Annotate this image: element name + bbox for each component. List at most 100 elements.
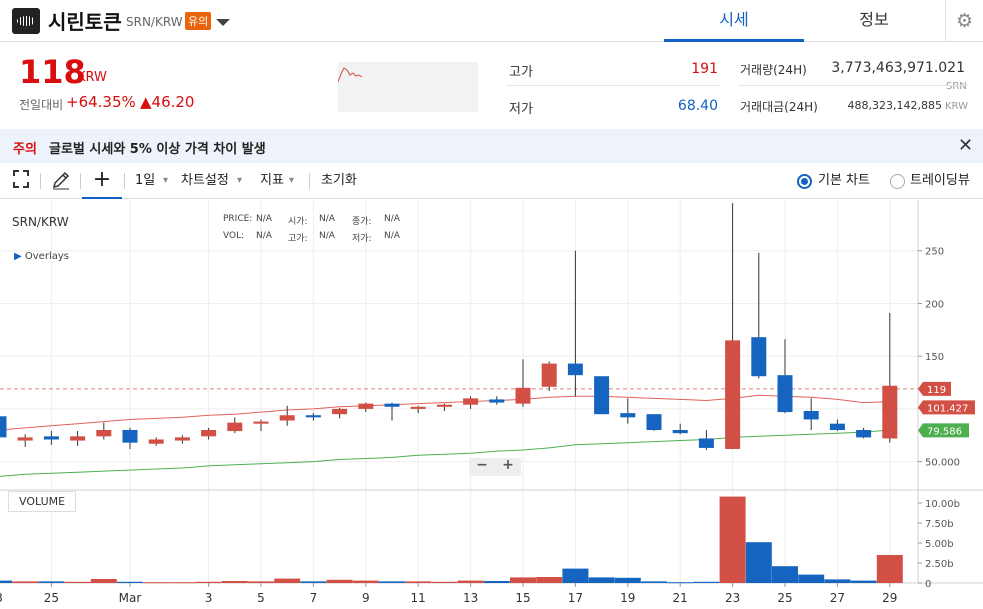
volume-bar bbox=[588, 577, 615, 583]
candle-body bbox=[620, 413, 636, 418]
candle-body bbox=[594, 376, 610, 415]
candle-body bbox=[777, 375, 793, 413]
price-marker-label: 119 bbox=[927, 385, 946, 396]
notice-banner: 주의 글로벌 시세와 5% 이상 가격 차이 발생 ✕ bbox=[0, 129, 983, 163]
change-amount: ▲46.20 bbox=[140, 93, 195, 111]
volume-bar bbox=[195, 581, 222, 583]
volume-bar bbox=[510, 577, 536, 583]
volume-value: 3,773,463,971.021 bbox=[831, 60, 965, 76]
x-tick-label: 27 bbox=[830, 591, 845, 605]
price-summary: 118 KRW 전일대비 +64.35% ▲46.20 고가 191 저가 68… bbox=[0, 43, 983, 129]
x-tick-label: 25 bbox=[777, 591, 792, 605]
candle-body bbox=[174, 437, 190, 441]
overlays-toggle[interactable]: ▶ Overlays bbox=[14, 251, 69, 262]
volume-bar bbox=[667, 582, 694, 584]
change-rate: +64.35% bbox=[66, 93, 136, 111]
chart-canvas[interactable]: 25020015010050.00010.00b7.50b5.00b2.50b0… bbox=[0, 200, 983, 609]
volume-bar bbox=[457, 580, 484, 583]
current-price: 118 bbox=[19, 53, 86, 91]
candle-body bbox=[515, 387, 531, 404]
amount-label: 거래대금(24H) bbox=[740, 100, 818, 114]
x-tick-label: 11 bbox=[411, 591, 426, 605]
overlays-label: Overlays bbox=[24, 251, 69, 262]
volume-bar bbox=[850, 580, 877, 583]
volume-bar bbox=[562, 568, 589, 583]
candle-body bbox=[122, 430, 138, 443]
interval-select[interactable]: 1일 bbox=[135, 163, 155, 199]
candle-body bbox=[43, 436, 59, 440]
volume-bar bbox=[693, 581, 720, 583]
coin-logo-icon bbox=[12, 8, 40, 34]
pencil-icon[interactable] bbox=[50, 163, 72, 199]
candle-body bbox=[698, 438, 714, 448]
gear-icon[interactable]: ⚙ bbox=[945, 0, 983, 42]
candlestick-chart[interactable]: 25020015010050.00010.00b7.50b5.00b2.50b0… bbox=[0, 200, 983, 609]
volume-bar bbox=[719, 496, 746, 583]
chart-settings-caret-icon[interactable]: ▾ bbox=[237, 163, 242, 199]
ohlc-label: 시가: bbox=[288, 217, 308, 227]
prev-day-label: 전일대비 bbox=[19, 98, 64, 112]
warning-badge: 유의 bbox=[185, 12, 212, 30]
divider bbox=[124, 173, 125, 189]
volume-bar bbox=[431, 581, 458, 583]
volume-bar bbox=[274, 578, 301, 583]
price-unit: KRW bbox=[77, 70, 107, 85]
indicators-button[interactable]: 지표 bbox=[260, 163, 284, 199]
chart-symbol: SRN/KRW bbox=[12, 215, 69, 229]
high-label: 고가 bbox=[509, 65, 533, 80]
ohlc-label: 저가: bbox=[352, 234, 372, 244]
candle-body bbox=[489, 399, 505, 403]
x-tick-label: 9 bbox=[362, 591, 370, 605]
close-icon[interactable]: ✕ bbox=[958, 135, 973, 156]
candle-body bbox=[0, 416, 7, 438]
chart-toolbar: + 1일 ▾ 차트설정 ▾ 지표 ▾ 초기화 기본 차트 트레이딩뷰 bbox=[0, 163, 983, 199]
volume-bar bbox=[745, 542, 772, 583]
x-tick-label: 15 bbox=[515, 591, 530, 605]
tab-info[interactable]: 정보 bbox=[804, 0, 944, 42]
zoom-in-button[interactable]: + bbox=[495, 457, 521, 473]
vol-tick-label: 2.50b bbox=[925, 559, 954, 570]
tradingview-label[interactable]: 트레이딩뷰 bbox=[910, 163, 970, 199]
reset-button[interactable]: 초기화 bbox=[321, 163, 357, 199]
volume-bar bbox=[12, 581, 39, 583]
ohlc-value: N/A bbox=[319, 231, 335, 241]
tab-price[interactable]: 시세 bbox=[664, 0, 804, 42]
interval-caret-icon[interactable]: ▾ bbox=[163, 163, 168, 199]
volume-bar bbox=[169, 582, 196, 584]
volume-bar bbox=[798, 574, 825, 583]
candle-body bbox=[567, 363, 583, 376]
chart-settings-button[interactable]: 차트설정 bbox=[181, 163, 229, 199]
candle-body bbox=[279, 415, 295, 421]
divider bbox=[309, 173, 310, 189]
fullscreen-icon[interactable] bbox=[10, 163, 32, 199]
x-tick-label: 3 bbox=[0, 591, 3, 605]
price-marker-label: 79.586 bbox=[927, 426, 962, 437]
y-tick-label: 150 bbox=[925, 352, 944, 363]
zoom-out-button[interactable]: − bbox=[469, 457, 495, 473]
volume-bar bbox=[536, 577, 563, 583]
x-tick-label: 17 bbox=[568, 591, 583, 605]
y-tick-label: 50.000 bbox=[925, 458, 960, 469]
crosshair-icon[interactable]: + bbox=[82, 163, 122, 199]
ohlc-label: 종가: bbox=[352, 217, 372, 227]
x-tick-label: 29 bbox=[882, 591, 897, 605]
candle-body bbox=[803, 411, 819, 420]
tradingview-radio[interactable] bbox=[890, 174, 905, 189]
indicators-caret-icon[interactable]: ▾ bbox=[289, 163, 294, 199]
x-tick-label: 23 bbox=[725, 591, 740, 605]
coin-name: 시린토큰 bbox=[48, 10, 122, 34]
volume-bar bbox=[772, 566, 798, 583]
vol-tick-label: 5.00b bbox=[925, 539, 954, 550]
basic-chart-radio[interactable] bbox=[797, 174, 812, 189]
x-tick-label: 5 bbox=[257, 591, 265, 605]
x-tick-label: 21 bbox=[673, 591, 688, 605]
vol-tick-label: 10.00b bbox=[925, 499, 960, 510]
volume-bar bbox=[38, 581, 65, 583]
candle-body bbox=[96, 430, 112, 437]
basic-chart-label[interactable]: 기본 차트 bbox=[818, 163, 870, 199]
x-tick-label: 19 bbox=[620, 591, 635, 605]
coin-dropdown-icon[interactable] bbox=[216, 19, 230, 26]
candle-body bbox=[227, 422, 243, 432]
ohlc-value: N/A bbox=[256, 231, 272, 241]
volume-label: 거래량(24H) bbox=[740, 63, 807, 77]
